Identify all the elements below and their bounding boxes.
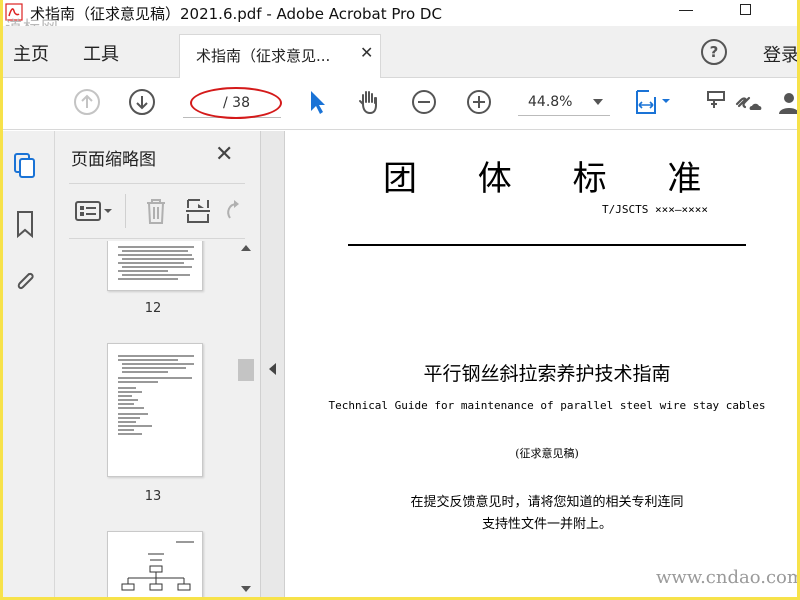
pane-title: 页面缩略图 (71, 150, 156, 170)
main-toolbar: / 38 44.8% (3, 78, 797, 130)
pane-collapse-strip[interactable] (261, 131, 285, 597)
close-pane-icon[interactable]: ✕ (215, 142, 233, 167)
delete-icon[interactable] (143, 196, 169, 226)
zoom-dropdown[interactable]: 44.8% (518, 90, 610, 116)
thumbnail-number: 12 (144, 301, 162, 316)
share-link-icon[interactable] (731, 88, 767, 116)
page-preview (118, 355, 194, 435)
thumbnail-options-icon[interactable] (73, 198, 115, 226)
zoom-in-icon[interactable] (465, 88, 493, 116)
left-rail (3, 131, 55, 597)
select-cursor-icon[interactable] (303, 88, 331, 116)
draft-status: (征求意见稿) (515, 447, 579, 460)
tab-bar: 主页 工具 术指南（征求意见... ✕ ? 登录 (3, 26, 797, 78)
document-tab[interactable]: 术指南（征求意见... ✕ (179, 34, 381, 78)
scrollbar-thumb[interactable] (238, 359, 254, 381)
thumbnail-scrollbar[interactable] (235, 241, 257, 597)
thumbnail-number: 13 (144, 489, 162, 504)
window-title: 术指南（征求意见稿）2021.6.pdf - Adobe Acrobat Pro… (30, 5, 442, 23)
notice-line-2: 支持性文件一并附上。 (481, 517, 612, 532)
chevron-down-icon (593, 99, 603, 105)
home-tab[interactable]: 主页 (13, 40, 49, 66)
document-tab-label: 术指南（征求意见... (196, 47, 331, 65)
hand-tool-icon[interactable] (355, 88, 383, 116)
highlight-oval (190, 87, 282, 119)
zoom-out-icon[interactable] (410, 88, 438, 116)
page-thumbnails-icon[interactable] (11, 151, 39, 181)
standard-code: T/JSCTS ×××—×××× (602, 203, 708, 216)
help-button[interactable]: ? (701, 39, 727, 65)
minimize-button[interactable] (679, 10, 693, 11)
stamp-tool-icon[interactable] (703, 88, 731, 116)
toolbar-divider (125, 194, 126, 228)
fit-page-icon[interactable] (633, 88, 673, 116)
thumbnail-page-14[interactable] (107, 531, 203, 597)
document-title-english: Technical Guide for maintenance of paral… (328, 399, 766, 412)
page-preview (118, 246, 194, 280)
page-preview (121, 541, 194, 591)
title-bar: 术指南（征求意见稿）2021.6.pdf - Adobe Acrobat Pro… (3, 0, 797, 38)
rotate-icon[interactable] (221, 196, 245, 226)
zoom-value: 44.8% (528, 94, 573, 110)
chevron-left-icon[interactable] (269, 363, 276, 375)
bookmark-icon[interactable] (11, 209, 39, 239)
maximize-button[interactable] (740, 4, 751, 15)
close-tab-icon[interactable]: ✕ (360, 43, 373, 62)
tools-tab[interactable]: 工具 (83, 40, 119, 66)
watermark-bottom: www.cndao.com (656, 567, 797, 588)
document-heading: 团 体 标 准 (383, 159, 704, 199)
extract-pages-icon[interactable] (184, 196, 212, 226)
previous-page-icon[interactable] (73, 88, 101, 116)
acrobat-window: 术指南（征求意见稿）2021.6.pdf - Adobe Acrobat Pro… (3, 0, 797, 597)
document-title-chinese: 平行钢丝斜拉索养护技术指南 (423, 363, 671, 385)
pane-toolbar (69, 183, 245, 239)
thumbnail-page-12[interactable] (107, 241, 203, 291)
user-icon[interactable] (775, 88, 797, 116)
heading-rule (348, 244, 746, 246)
thumbnail-page-13[interactable] (107, 343, 203, 477)
thumbnails-pane: 页面缩略图 ✕ 12 13 (55, 131, 261, 597)
thumbnail-list: 12 13 (55, 241, 235, 597)
login-button[interactable]: 登录 (763, 41, 797, 67)
document-view: 团 体 标 准 T/JSCTS ×××—×××× 平行钢丝斜拉索养护技术指南 T… (286, 131, 797, 597)
next-page-icon[interactable] (128, 88, 156, 116)
notice-line-1: 在提交反馈意见时，请将您知道的相关专利连同 (410, 495, 684, 510)
attachment-icon[interactable] (11, 266, 39, 296)
scroll-down-icon[interactable] (241, 586, 251, 592)
scroll-up-icon[interactable] (241, 245, 251, 251)
